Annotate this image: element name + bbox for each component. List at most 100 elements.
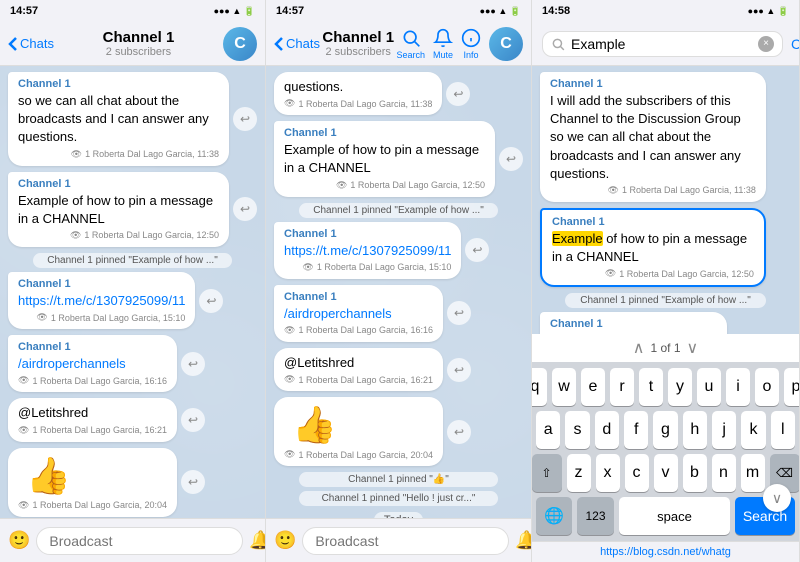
info-action-label: Info: [463, 50, 478, 60]
broadcast-input-1[interactable]: [36, 527, 243, 555]
message-bubble: Channel 1 /airdroperchannels 👁 1 Roberta…: [8, 335, 177, 392]
chat-area-2: questions. 👁 1 Roberta Dal Lago Garcia, …: [266, 66, 531, 518]
status-time-3: 14:58: [542, 5, 570, 17]
msg-wrapper: Channel 1 https://t.me/c/1307925099/11 👁…: [540, 312, 791, 334]
forward-btn[interactable]: ↩: [499, 147, 523, 171]
message-text-link[interactable]: /airdroperchannels: [284, 305, 433, 323]
key-space[interactable]: space: [619, 497, 730, 535]
key-shift[interactable]: ⇧: [532, 454, 562, 492]
message-bubble: questions. 👁 1 Roberta Dal Lago Garcia, …: [274, 72, 442, 115]
key-i[interactable]: i: [726, 368, 750, 406]
bell-icon-2[interactable]: 🔔: [515, 530, 532, 551]
panel-2: 14:57 ●●● ▲ 🔋 Chats Channel 1 2 subscrib…: [266, 0, 532, 562]
search-icon: [551, 37, 565, 51]
channel-subtitle-2: 2 subscribers: [320, 46, 396, 58]
forward-btn[interactable]: ↩: [181, 470, 205, 494]
forward-btn[interactable]: ↩: [181, 408, 205, 432]
msg-wrapper: Channel 1 Example of how to pin a messag…: [8, 172, 257, 247]
message-text-link[interactable]: https://t.me/c/1307925099/11: [550, 332, 717, 334]
avatar-2[interactable]: C: [489, 27, 523, 61]
forward-btn[interactable]: ↩: [199, 289, 223, 313]
message-bubble: Channel 1 Example of how to pin a messag…: [274, 121, 495, 196]
key-k[interactable]: k: [741, 411, 765, 449]
mute-action-btn[interactable]: Mute: [433, 28, 453, 60]
forward-btn[interactable]: ↩: [447, 358, 471, 382]
message-bubble: Channel 1 https://t.me/c/1307925099/11 👁…: [540, 312, 727, 334]
emoji-icon[interactable]: 🙂: [8, 530, 30, 551]
key-numbers[interactable]: 123: [577, 497, 614, 535]
key-g[interactable]: g: [653, 411, 677, 449]
mute-action-label: Mute: [433, 50, 453, 60]
keyboard-row-1: q w e r t y u i o p: [536, 368, 795, 406]
key-t[interactable]: t: [639, 368, 663, 406]
header-actions-2: Search Mute Info C: [396, 27, 523, 61]
forward-btn[interactable]: ↩: [447, 301, 471, 325]
message-bubble: Channel 1 https://t.me/c/1307925099/11 👁…: [8, 272, 195, 329]
search-clear-btn[interactable]: ×: [758, 36, 774, 52]
key-y[interactable]: y: [668, 368, 692, 406]
message-text: Example of how to pin a message in a CHA…: [18, 192, 219, 228]
emoji-message: 👍: [284, 403, 433, 447]
next-result-btn[interactable]: ∨: [687, 338, 699, 358]
message-bubble: @Letitshred 👁 1 Roberta Dal Lago Garcia,…: [8, 398, 177, 441]
emoji-icon-2[interactable]: 🙂: [274, 530, 296, 551]
key-w[interactable]: w: [552, 368, 576, 406]
system-message: Channel 1 pinned "Example of how ...": [299, 203, 498, 218]
search-cancel-btn[interactable]: Cancel: [791, 36, 800, 52]
key-b[interactable]: b: [683, 454, 707, 492]
keyboard-row-bottom: 🌐 123 space Search: [536, 497, 795, 535]
key-n[interactable]: n: [712, 454, 736, 492]
key-l[interactable]: l: [771, 411, 795, 449]
message-bubble-emoji: 👍 👁 1 Roberta Dal Lago Garcia, 20:04: [8, 448, 177, 517]
broadcast-input-2[interactable]: [302, 527, 509, 555]
key-x[interactable]: x: [596, 454, 620, 492]
key-c[interactable]: c: [625, 454, 649, 492]
channel-name: Channel 1: [550, 318, 717, 330]
back-button-1[interactable]: Chats: [8, 36, 54, 52]
key-v[interactable]: v: [654, 454, 678, 492]
key-r[interactable]: r: [610, 368, 634, 406]
key-f[interactable]: f: [624, 411, 648, 449]
key-globe[interactable]: 🌐: [536, 497, 572, 535]
key-o[interactable]: o: [755, 368, 779, 406]
message-meta: 👁 1 Roberta Dal Lago Garcia, 16:21: [284, 374, 433, 385]
msg-wrapper: Channel 1 Example of how to pin a messag…: [540, 208, 791, 287]
key-h[interactable]: h: [683, 411, 707, 449]
prev-result-btn[interactable]: ∧: [633, 338, 645, 358]
key-a[interactable]: a: [536, 411, 560, 449]
key-z[interactable]: z: [567, 454, 591, 492]
status-icons-1: ●●● ▲ 🔋: [214, 6, 255, 17]
info-action-btn[interactable]: Info: [461, 28, 481, 60]
key-d[interactable]: d: [595, 411, 619, 449]
forward-btn[interactable]: ↩: [446, 82, 470, 106]
panel-3-search: 14:58 ●●● ▲ 🔋 × Cancel Channel 1 I will …: [532, 0, 800, 562]
key-e[interactable]: e: [581, 368, 605, 406]
scroll-down-btn[interactable]: ∨: [763, 484, 791, 512]
bell-icon[interactable]: 🔔: [249, 530, 266, 551]
key-s[interactable]: s: [565, 411, 589, 449]
key-p[interactable]: p: [784, 368, 800, 406]
back-button-2[interactable]: Chats: [274, 36, 320, 52]
message-text-link[interactable]: /airdroperchannels: [18, 355, 167, 373]
forward-btn[interactable]: ↩: [233, 197, 257, 221]
key-m[interactable]: m: [741, 454, 765, 492]
forward-btn[interactable]: ↩: [465, 238, 489, 262]
forward-btn[interactable]: ↩: [447, 420, 471, 444]
search-action-btn[interactable]: Search: [396, 28, 425, 60]
forward-btn[interactable]: ↩: [181, 352, 205, 376]
message-meta: 👁 1 Roberta Dal Lago Garcia, 16:16: [18, 375, 167, 386]
key-j[interactable]: j: [712, 411, 736, 449]
msg-wrapper: 👍 👁 1 Roberta Dal Lago Garcia, 20:04 ↩: [8, 448, 257, 517]
message-meta: 👁 1 Roberta Dal Lago Garcia, 12:50: [552, 268, 754, 279]
message-bubble: @Letitshred 👁 1 Roberta Dal Lago Garcia,…: [274, 348, 443, 391]
message-bubble: Channel 1 /airdroperchannels 👁 1 Roberta…: [274, 285, 443, 342]
forward-btn[interactable]: ↩: [233, 107, 257, 131]
msg-wrapper: Channel 1 I will add the subscribers of …: [540, 72, 791, 202]
pagination-label: 1 of 1: [650, 341, 680, 355]
message-text-link[interactable]: https://t.me/c/1307925099/11: [18, 292, 185, 310]
search-input[interactable]: [571, 36, 752, 52]
message-text-link[interactable]: https://t.me/c/1307925099/11: [284, 242, 451, 260]
avatar-1[interactable]: C: [223, 27, 257, 61]
key-q[interactable]: q: [532, 368, 547, 406]
key-u[interactable]: u: [697, 368, 721, 406]
